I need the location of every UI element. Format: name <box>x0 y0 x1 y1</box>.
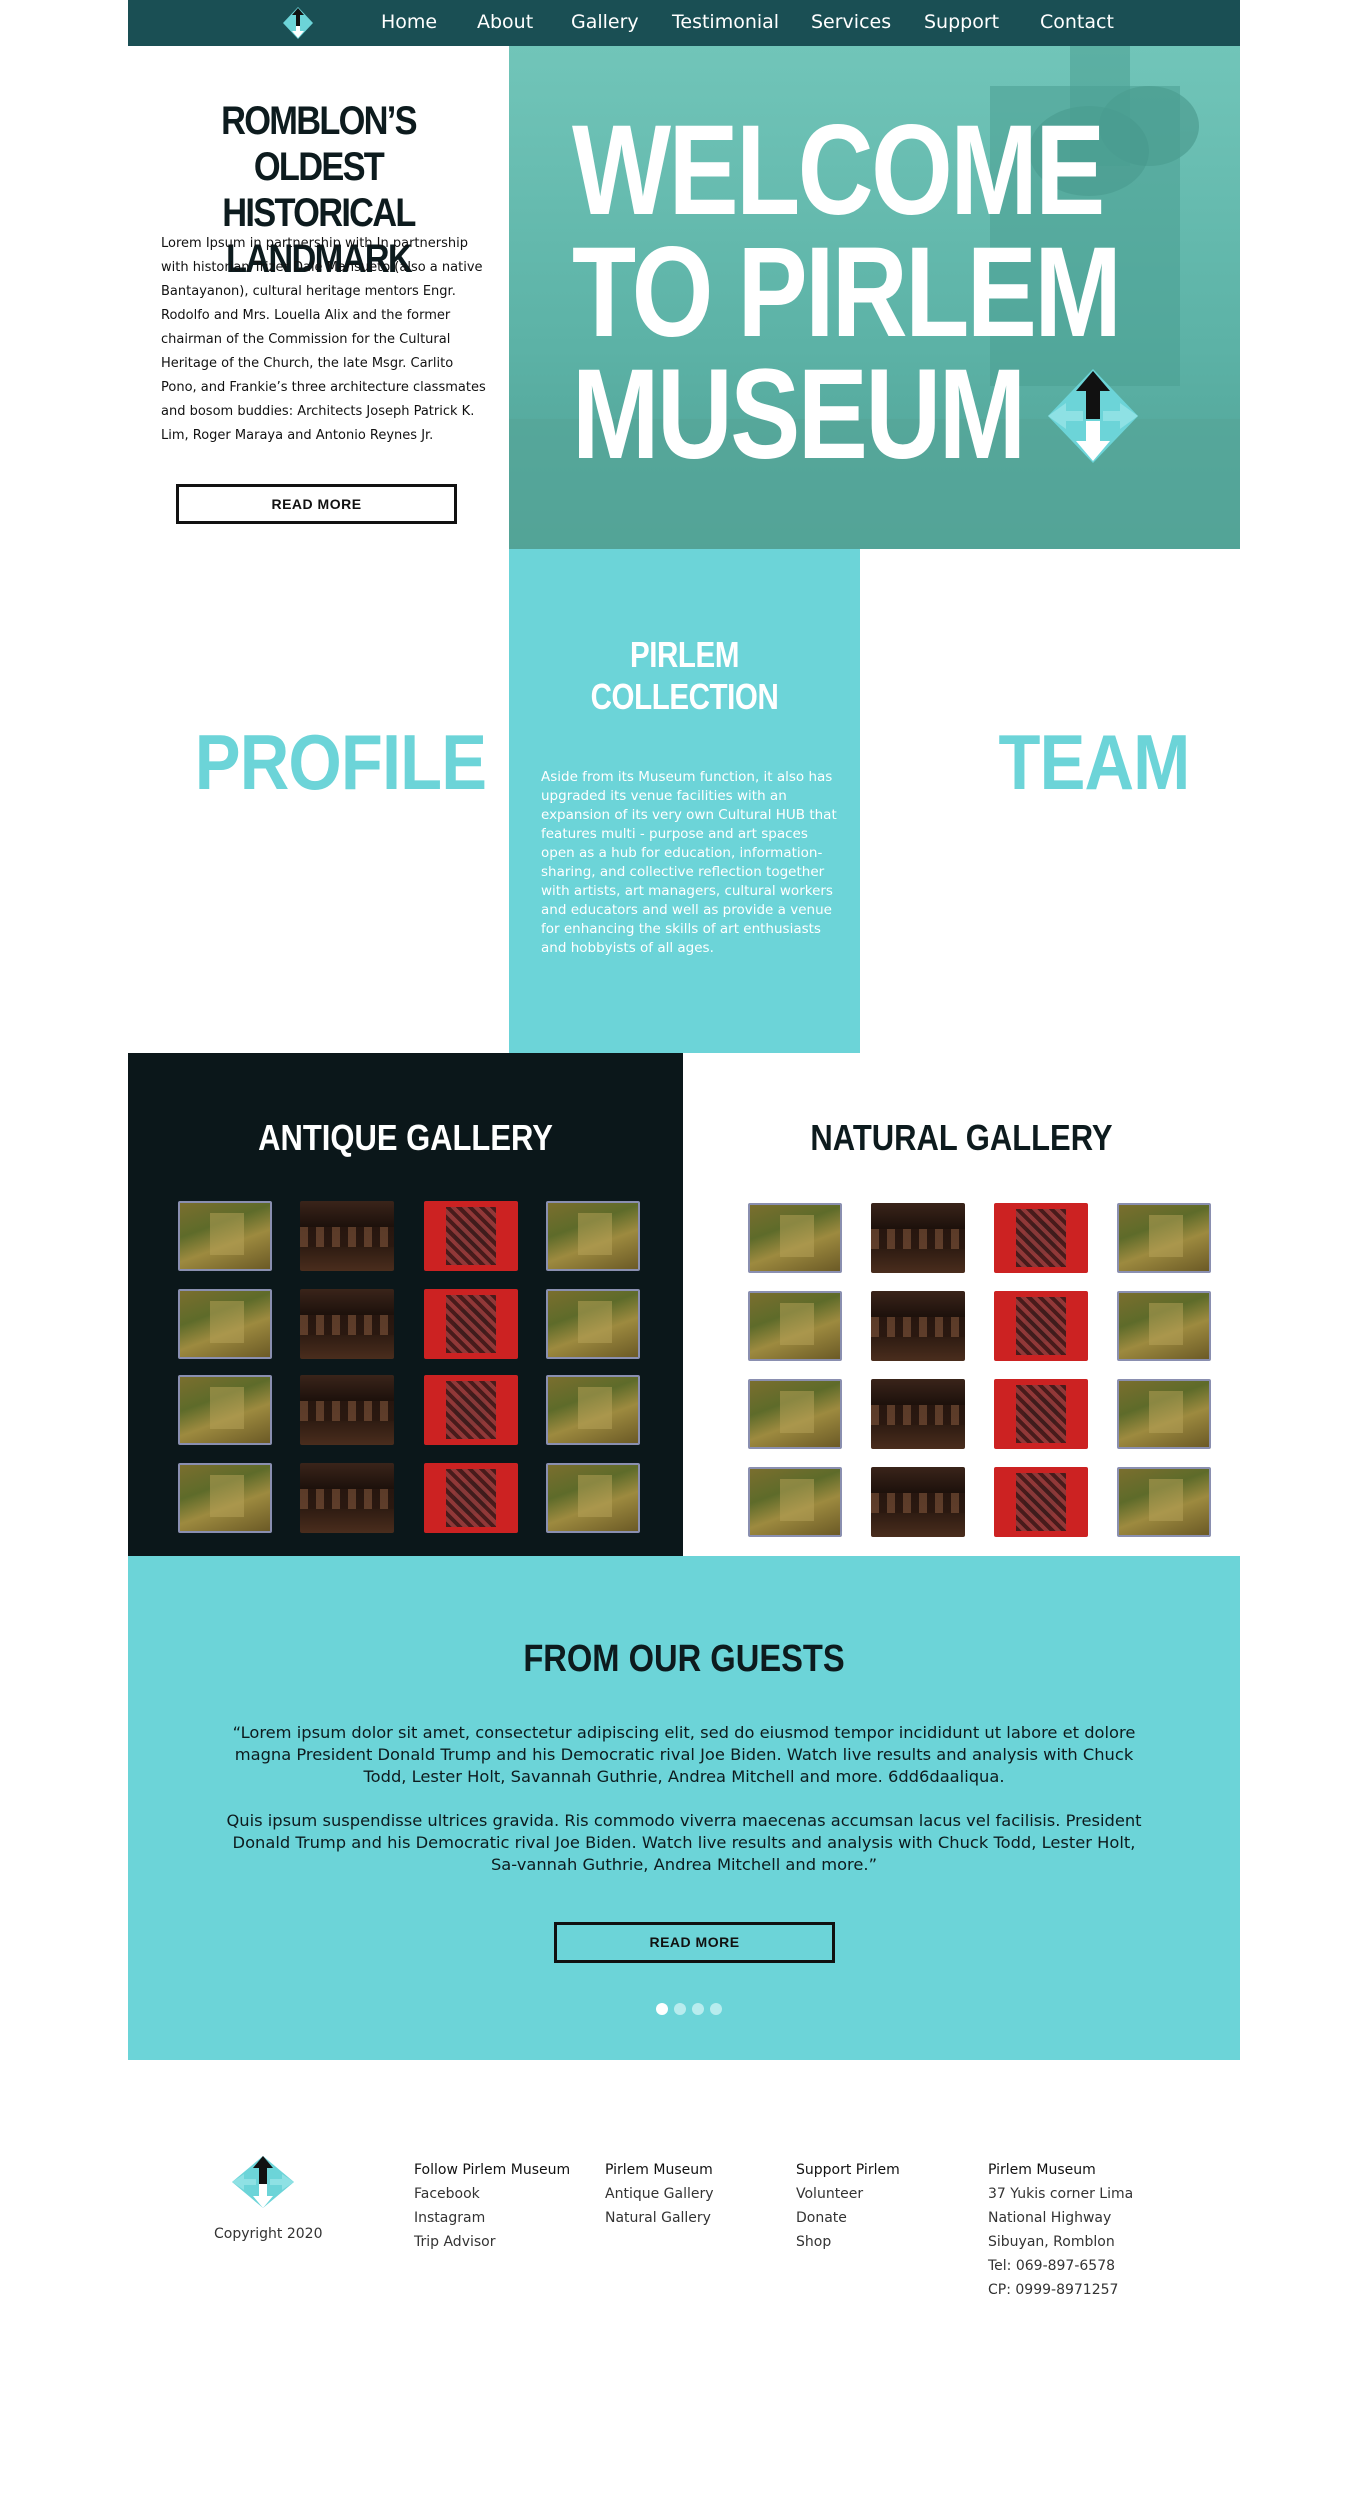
natural-thumbnail-painting[interactable] <box>748 1203 842 1273</box>
welcome-title-line1: WELCOME <box>572 99 1105 242</box>
natural-gallery: NATURAL GALLERY <box>683 1053 1240 1556</box>
antique-thumbnail-painting[interactable] <box>178 1201 272 1271</box>
museum-arrows-logo-icon[interactable] <box>278 4 318 42</box>
shop-link[interactable]: Shop <box>796 2230 900 2254</box>
profile-link[interactable]: PROFILE <box>195 717 487 808</box>
antique-thumbnail-painting[interactable] <box>546 1201 640 1271</box>
nav-home[interactable]: Home <box>381 11 437 33</box>
nav-contact[interactable]: Contact <box>1040 11 1114 33</box>
mobile-number: CP: 0999-8971257 <box>988 2282 1119 2298</box>
footer-support-column: Support Pirlem Volunteer Donate Shop <box>796 2158 900 2254</box>
natural-gallery-link[interactable]: Natural Gallery <box>605 2206 714 2230</box>
antique-thumbnail-interior[interactable] <box>300 1375 394 1445</box>
testimonial-quote-paragraph-2: Quis ipsum suspendisse ultrices gravida.… <box>226 1811 1142 1874</box>
copyright-text: Copyright 2020 <box>214 2226 323 2242</box>
telephone-number: Tel: 069-897-6578 <box>988 2258 1116 2274</box>
nav-support[interactable]: Support <box>924 11 999 33</box>
top-nav: Home About Gallery Testimonial Services … <box>128 0 1240 46</box>
collection-panel: PIRLEM COLLECTION Aside from its Museum … <box>509 549 860 1053</box>
footer-contact-column: Pirlem Museum 37 Yukis corner Lima Natio… <box>988 2158 1133 2302</box>
footer-support-heading: Support Pirlem <box>796 2162 900 2178</box>
landmark-heading-line1: ROMBLON’S OLDEST <box>221 99 417 189</box>
volunteer-link[interactable]: Volunteer <box>796 2182 900 2206</box>
antique-thumbnail-painting[interactable] <box>546 1375 640 1445</box>
natural-thumbnail-red-tapestry[interactable] <box>994 1203 1088 1273</box>
natural-thumbnail-painting[interactable] <box>748 1467 842 1537</box>
instagram-link[interactable]: Instagram <box>414 2206 570 2230</box>
landmark-description: Lorem Ipsum in partnership with In partn… <box>161 236 486 443</box>
address-line: Sibuyan, Romblon <box>988 2234 1115 2250</box>
antique-thumbnail-interior[interactable] <box>300 1463 394 1533</box>
donate-link[interactable]: Donate <box>796 2206 900 2230</box>
nav-testimonial[interactable]: Testimonial <box>672 11 779 33</box>
facebook-link[interactable]: Facebook <box>414 2182 570 2206</box>
hero-intro-panel: ROMBLON’S OLDEST HISTORICAL LANDMARK Lor… <box>128 46 509 549</box>
testimonials-section: FROM OUR GUESTS “Lorem ipsum dolor sit a… <box>128 1556 1240 2060</box>
collection-heading: PIRLEM COLLECTION <box>590 634 779 717</box>
natural-thumbnail-interior[interactable] <box>871 1291 965 1361</box>
natural-thumbnail-interior[interactable] <box>871 1379 965 1449</box>
natural-thumbnail-red-tapestry[interactable] <box>994 1291 1088 1361</box>
address-line: 37 Yukis corner Lima <box>988 2186 1134 2202</box>
antique-gallery: ANTIQUE GALLERY <box>128 1053 683 1556</box>
footer-social-heading: Follow Pirlem Museum <box>414 2162 571 2178</box>
testimonial-read-more-button[interactable]: READ MORE <box>554 1922 835 1963</box>
natural-thumbnail-interior[interactable] <box>871 1203 965 1273</box>
footer: Copyright 2020 Follow Pirlem Museum Face… <box>128 2060 1240 2503</box>
antique-thumbnail-interior[interactable] <box>300 1289 394 1359</box>
natural-thumbnail-painting[interactable] <box>1117 1291 1211 1361</box>
natural-thumbnail-painting[interactable] <box>748 1291 842 1361</box>
museum-arrows-logo-icon <box>1048 369 1138 463</box>
natural-thumbnail-red-tapestry[interactable] <box>994 1379 1088 1449</box>
collection-description: Aside from its Museum function, it also … <box>541 769 837 956</box>
footer-contact-heading: Pirlem Museum <box>988 2162 1096 2178</box>
antique-thumbnail-painting[interactable] <box>178 1289 272 1359</box>
trip-advisor-link[interactable]: Trip Advisor <box>414 2230 570 2254</box>
guests-heading: FROM OUR GUESTS <box>523 1638 845 1680</box>
antique-thumbnail-painting[interactable] <box>178 1375 272 1445</box>
museum-arrows-logo-icon[interactable] <box>226 2152 300 2210</box>
about-section: PROFILE PIRLEM COLLECTION Aside from its… <box>128 549 1240 1053</box>
natural-thumbnail-red-tapestry[interactable] <box>994 1467 1088 1537</box>
antique-thumbnail-painting[interactable] <box>546 1289 640 1359</box>
read-more-button[interactable]: READ MORE <box>176 484 457 524</box>
team-link[interactable]: TEAM <box>988 717 1199 808</box>
nav-about[interactable]: About <box>477 11 533 33</box>
antique-thumbnail-painting[interactable] <box>178 1463 272 1533</box>
footer-gallery-heading: Pirlem Museum <box>605 2162 713 2178</box>
natural-thumbnail-interior[interactable] <box>871 1467 965 1537</box>
natural-thumbnail-painting[interactable] <box>1117 1379 1211 1449</box>
carousel-dot-4[interactable] <box>710 2003 722 2015</box>
antique-thumbnail-red-tapestry[interactable] <box>424 1375 518 1445</box>
antique-gallery-link[interactable]: Antique Gallery <box>605 2182 714 2206</box>
natural-gallery-heading: NATURAL GALLERY <box>810 1117 1113 1158</box>
antique-thumbnail-interior[interactable] <box>300 1201 394 1271</box>
carousel-dot-3[interactable] <box>692 2003 704 2015</box>
natural-thumbnail-painting[interactable] <box>1117 1203 1211 1273</box>
antique-thumbnail-painting[interactable] <box>546 1463 640 1533</box>
address-line: National Highway <box>988 2210 1112 2226</box>
footer-gallery-column: Pirlem Museum Antique Gallery Natural Ga… <box>605 2158 714 2230</box>
carousel-dot-1[interactable] <box>656 2003 668 2015</box>
antique-thumbnail-red-tapestry[interactable] <box>424 1201 518 1271</box>
nav-services[interactable]: Services <box>811 11 891 33</box>
carousel-dot-2[interactable] <box>674 2003 686 2015</box>
natural-thumbnail-painting[interactable] <box>1117 1467 1211 1537</box>
antique-gallery-heading: ANTIQUE GALLERY <box>258 1117 553 1158</box>
welcome-title-line2: TO PIRLEM <box>572 221 1122 364</box>
testimonial-quote-paragraph-1: “Lorem ipsum dolor sit amet, consectetur… <box>232 1723 1136 1786</box>
nav-gallery[interactable]: Gallery <box>571 11 639 33</box>
natural-thumbnail-painting[interactable] <box>748 1379 842 1449</box>
hero-banner: WELCOME TO PIRLEM MUSEUM <box>509 46 1240 549</box>
antique-thumbnail-red-tapestry[interactable] <box>424 1463 518 1533</box>
footer-social-column: Follow Pirlem Museum Facebook Instagram … <box>414 2158 570 2254</box>
antique-thumbnail-red-tapestry[interactable] <box>424 1289 518 1359</box>
